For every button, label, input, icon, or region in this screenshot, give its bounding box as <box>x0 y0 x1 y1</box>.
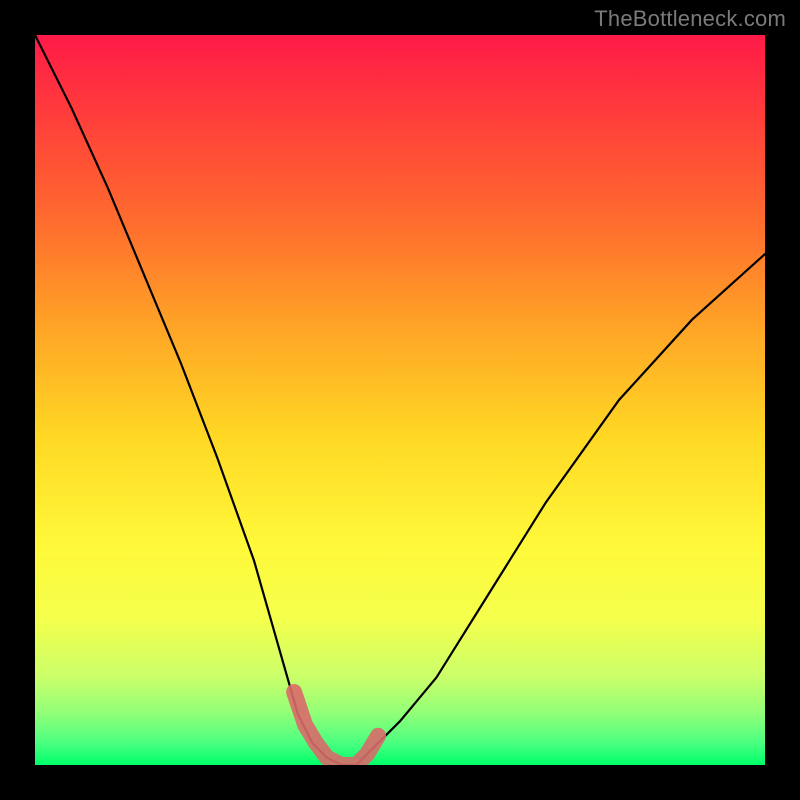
chart-frame: TheBottleneck.com <box>0 0 800 800</box>
bottleneck-chart-svg <box>35 35 765 765</box>
watermark-text: TheBottleneck.com <box>594 6 786 32</box>
plot-area <box>35 35 765 765</box>
bottleneck-curve-path <box>35 35 765 765</box>
highlighted-optimal-range-path <box>294 692 378 765</box>
